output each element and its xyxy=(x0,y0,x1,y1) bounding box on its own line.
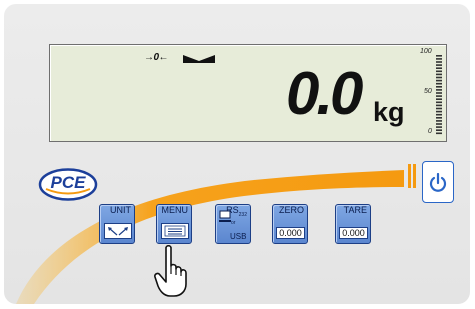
bar-segment xyxy=(436,55,442,57)
usb-label: USB xyxy=(230,232,247,241)
bar-segment xyxy=(436,70,442,73)
zero-key-value: 0.000 xyxy=(276,227,305,239)
logo-text: PCE xyxy=(50,173,86,192)
zero-indicator: →0← xyxy=(144,52,169,63)
zero-key[interactable]: ZERO 0.000 xyxy=(272,204,308,244)
power-button[interactable] xyxy=(422,161,454,203)
bar-segment xyxy=(436,129,442,131)
tare-key-label: TARE xyxy=(343,205,367,215)
swoosh-stripe xyxy=(413,164,416,188)
bar-segment xyxy=(436,61,442,63)
menu-key[interactable]: MENU xyxy=(156,204,192,244)
scale-panel: →0← 0.0 kg 100 50 0 PCE UNIT MENU RS232 … xyxy=(4,4,470,304)
bar-segment xyxy=(436,73,442,76)
lcd-display: →0← 0.0 kg 100 50 0 xyxy=(49,44,447,142)
bar-segment xyxy=(436,92,442,94)
bar-segment xyxy=(436,123,442,125)
bar-segment xyxy=(436,107,442,110)
power-icon xyxy=(429,173,447,192)
bar-segment xyxy=(436,113,442,116)
bar-segment xyxy=(436,86,442,88)
bar-segment xyxy=(436,67,442,69)
computer-icon xyxy=(219,210,231,222)
unit-key-face xyxy=(104,223,132,239)
bar-segment xyxy=(436,101,442,104)
unit-key[interactable]: UNIT xyxy=(99,204,135,244)
zero-key-label: ZERO xyxy=(278,205,304,215)
tare-key-value: 0.000 xyxy=(339,227,368,239)
bar-segment xyxy=(436,58,442,60)
bar-segment xyxy=(436,98,442,100)
or-label: or xyxy=(231,220,236,226)
bar-segment xyxy=(436,104,442,107)
bar-label-max: 100 xyxy=(420,48,432,55)
tare-key[interactable]: TARE 0.000 xyxy=(335,204,371,244)
bar-segment xyxy=(436,95,442,97)
bar-label-min: 0 xyxy=(428,128,432,135)
bar-segment xyxy=(436,79,442,82)
rs-sub-label: 232 xyxy=(238,211,247,218)
bar-segment xyxy=(436,76,442,79)
pce-logo: PCE xyxy=(38,168,98,201)
bar-graph xyxy=(436,55,442,135)
unit-key-label: UNIT xyxy=(110,205,131,215)
rs-usb-key[interactable]: RS232 or USB xyxy=(215,204,251,244)
swoosh-stripe xyxy=(408,164,411,188)
bar-segment xyxy=(436,120,442,122)
pointing-hand-icon xyxy=(154,244,187,297)
weight-value: 0.0 xyxy=(286,60,363,127)
bar-segment xyxy=(436,64,442,66)
bar-segment xyxy=(436,117,442,119)
bar-segment xyxy=(436,89,442,91)
bar-segment xyxy=(436,126,442,128)
menu-key-label: MENU xyxy=(161,205,189,215)
bar-segment xyxy=(436,132,442,135)
bar-segment xyxy=(436,110,442,113)
menu-paper-icon xyxy=(164,225,186,237)
unit-arrows-icon xyxy=(108,227,128,236)
menu-key-face xyxy=(161,223,189,239)
bar-label-mid: 50 xyxy=(424,88,432,95)
stable-arrow-icon xyxy=(183,55,215,63)
weight-unit: kg xyxy=(373,97,405,127)
bar-segment xyxy=(436,82,442,85)
